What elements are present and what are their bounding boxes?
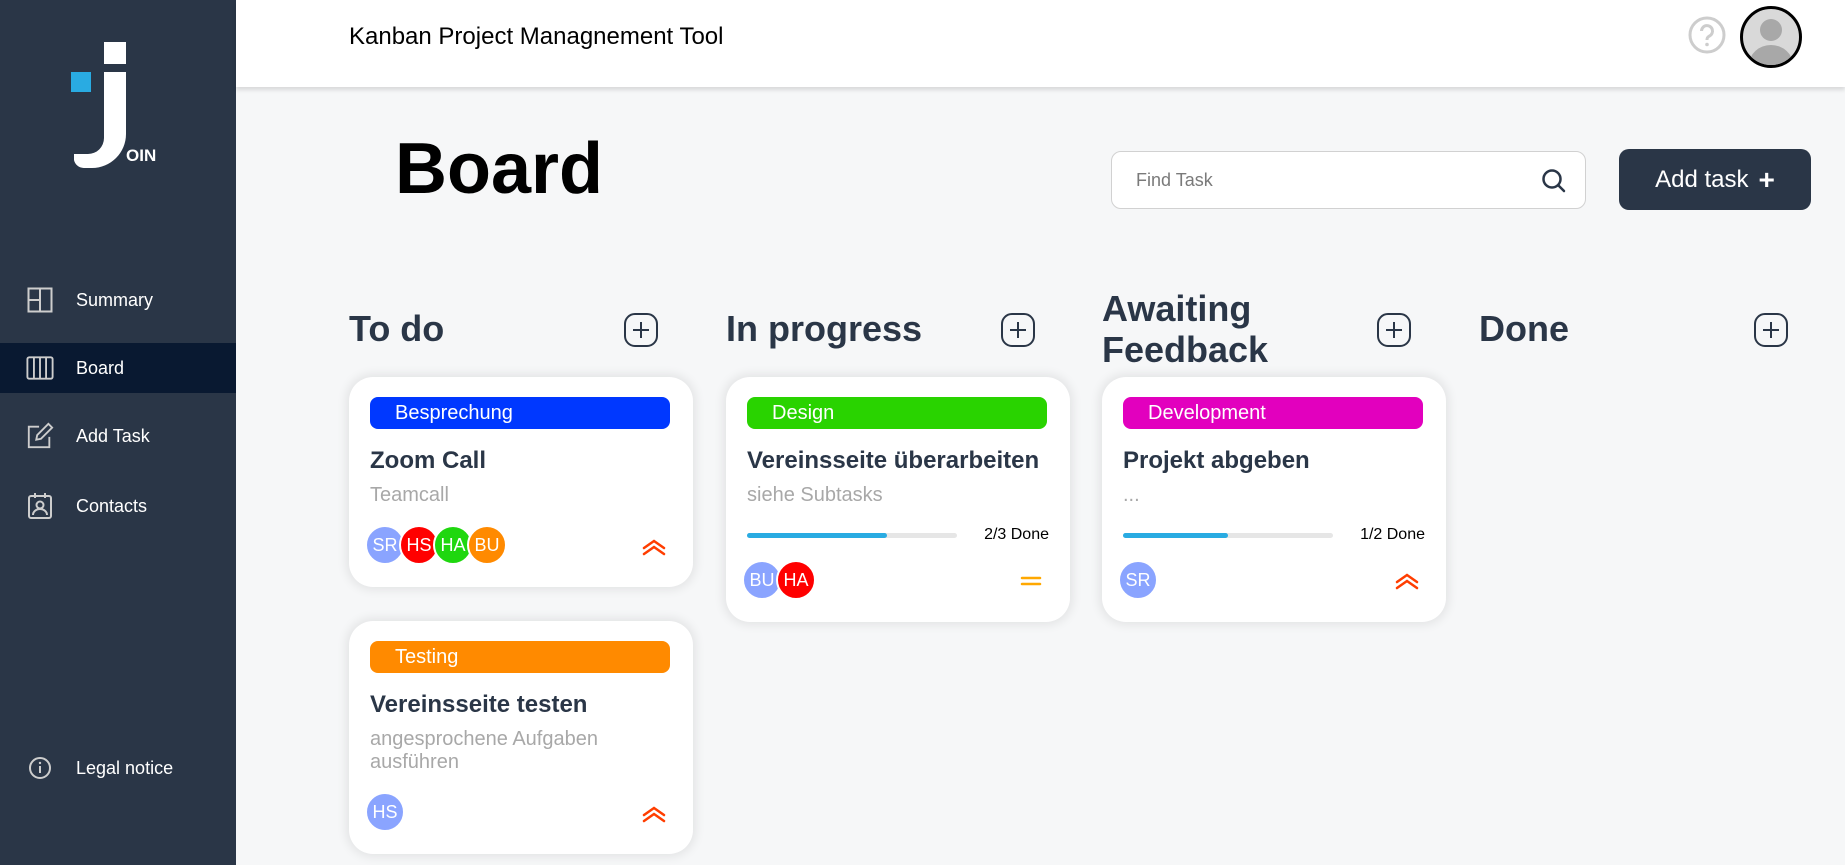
subtask-progress-text: 2/3 Done xyxy=(984,526,1049,543)
column-title: In progress xyxy=(726,308,923,349)
category-badge: Testing xyxy=(370,641,670,673)
priority-medium-icon xyxy=(1018,571,1044,591)
task-card[interactable]: Besprechung Zoom Call Teamcall SR HS HA … xyxy=(349,377,693,587)
add-task-icon xyxy=(26,422,54,450)
sidebar-item-add-task[interactable]: Add Task xyxy=(0,411,236,461)
category-badge: Development xyxy=(1123,397,1423,429)
assignee-list: SR xyxy=(1118,560,1158,600)
column-title-line: Feedback xyxy=(1102,329,1269,370)
column-title-line: Awaiting xyxy=(1102,288,1252,329)
sidebar-item-label: Board xyxy=(76,357,125,378)
user-avatar[interactable] xyxy=(1740,6,1802,68)
task-description: Teamcall xyxy=(370,484,449,506)
user-silhouette-icon xyxy=(1749,19,1793,65)
column-title: Done xyxy=(1479,308,1569,349)
task-description: ... xyxy=(1123,484,1140,506)
sidebar-item-label: Contacts xyxy=(76,495,148,516)
subtask-progress-bar xyxy=(747,533,957,538)
column-header-awaiting-feedback: Awaiting Feedback xyxy=(1102,288,1422,370)
plus-icon: + xyxy=(1758,163,1775,195)
assignee-avatar: SR xyxy=(1118,560,1158,600)
add-to-column-icon[interactable] xyxy=(1753,312,1789,348)
assignee-list: BU HA xyxy=(742,560,816,600)
search-box xyxy=(1111,151,1586,209)
board-icon xyxy=(26,354,54,382)
column-header-done: Done xyxy=(1479,288,1799,368)
task-card[interactable]: Testing Vereinsseite testen angesprochen… xyxy=(349,621,693,854)
subtask-progress-text: 1/2 Done xyxy=(1360,526,1425,543)
subtask-progress-fill xyxy=(747,533,887,538)
add-to-column-icon[interactable] xyxy=(1000,312,1036,348)
sidebar-item-legal-notice[interactable]: Legal notice xyxy=(0,743,236,793)
legal-notice-label: Legal notice xyxy=(76,757,174,778)
column-title: Awaiting Feedback xyxy=(1102,288,1268,370)
app-title: Kanban Project Managnement Tool xyxy=(349,23,724,50)
task-description: angesprochene Aufgaben ausführen xyxy=(370,728,598,773)
join-logo[interactable]: OIN xyxy=(52,42,162,172)
column-title: To do xyxy=(349,308,445,349)
sidebar-item-label: Summary xyxy=(76,289,154,310)
sidebar-item-label: Add Task xyxy=(76,425,150,446)
assignee-list: SR HS HA BU xyxy=(365,525,507,565)
task-title: Vereinsseite überarbeiten xyxy=(747,447,1040,474)
add-to-column-icon[interactable] xyxy=(623,312,659,348)
sidebar: OIN Summary Board Add Task Contacts Lega… xyxy=(0,0,236,865)
task-description: siehe Subtasks xyxy=(747,484,883,506)
task-title: Vereinsseite testen xyxy=(370,691,588,718)
assignee-avatar: HA xyxy=(776,560,816,600)
subtask-progress-fill xyxy=(1123,533,1228,538)
assignee-avatar: BU xyxy=(467,525,507,565)
sidebar-item-summary[interactable]: Summary xyxy=(0,275,236,325)
logo-letters: OIN xyxy=(126,146,157,165)
category-badge: Besprechung xyxy=(370,397,670,429)
task-title: Zoom Call xyxy=(370,447,487,474)
add-task-button[interactable]: Add task + xyxy=(1619,149,1811,210)
subtask-progress-bar xyxy=(1123,533,1333,538)
sidebar-item-board[interactable]: Board xyxy=(0,343,236,393)
task-card[interactable]: Development Projekt abgeben ... 1/2 Done… xyxy=(1102,377,1446,622)
contacts-icon xyxy=(26,492,54,520)
task-title: Projekt abgeben xyxy=(1123,447,1310,474)
add-task-label: Add task xyxy=(1655,165,1749,193)
search-input[interactable] xyxy=(1136,152,1536,208)
top-header: Kanban Project Managnement Tool xyxy=(236,0,1845,87)
assignee-list: HS xyxy=(365,792,405,832)
summary-icon xyxy=(26,286,54,314)
category-badge: Design xyxy=(747,397,1047,429)
column-header-in-progress: In progress xyxy=(726,288,1046,368)
search-icon[interactable] xyxy=(1541,168,1567,194)
priority-urgent-icon xyxy=(1394,571,1420,591)
info-icon xyxy=(26,754,54,782)
column-header-todo: To do xyxy=(349,288,669,368)
help-icon[interactable] xyxy=(1688,16,1726,54)
task-card[interactable]: Design Vereinsseite überarbeiten siehe S… xyxy=(726,377,1070,622)
priority-urgent-icon xyxy=(641,804,667,824)
assignee-avatar: HS xyxy=(365,792,405,832)
page-title: Board xyxy=(395,129,604,209)
priority-urgent-icon xyxy=(641,537,667,557)
sidebar-item-contacts[interactable]: Contacts xyxy=(0,481,236,531)
add-to-column-icon[interactable] xyxy=(1376,312,1412,348)
